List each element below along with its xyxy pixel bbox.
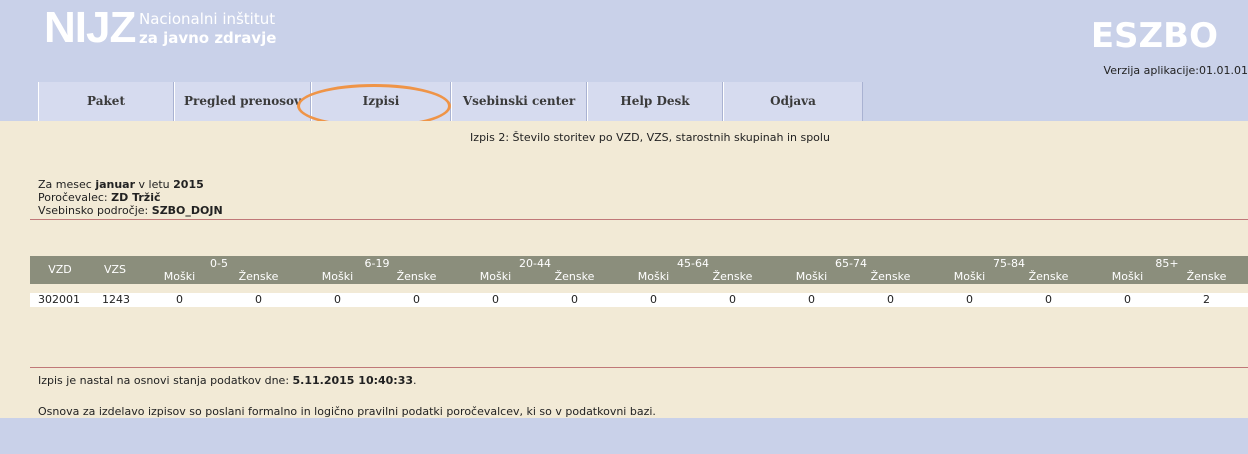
- month-prefix: Za mesec: [38, 178, 92, 191]
- cell-count: 0: [1045, 293, 1052, 306]
- year-prefix: v letu: [138, 178, 170, 191]
- cell-vzs: 1243: [102, 293, 130, 306]
- column-header-female: Ženske: [238, 270, 279, 283]
- column-header-male: Moški: [163, 270, 196, 283]
- area-label: Vsebinsko področje:: [38, 204, 149, 217]
- age-group-header: 45-64: [677, 257, 709, 270]
- generated-note: Izpis je nastal na osnovi stanja podatko…: [38, 374, 417, 387]
- column-header-vzd: VZD: [48, 263, 72, 276]
- divider: [30, 367, 1248, 368]
- cell-count: 0: [808, 293, 815, 306]
- generated-timestamp: 5.11.2015 10:40:33: [292, 374, 414, 387]
- app-title: ESZBO: [1090, 16, 1218, 56]
- report-content: Izpis 2: Število storitev po VZD, VZS, s…: [0, 121, 1248, 418]
- column-header-female: Ženske: [870, 270, 911, 283]
- age-group-header: 85+: [1155, 257, 1179, 270]
- tab-help-desk[interactable]: Help Desk: [587, 82, 723, 121]
- logo-subtitle-line: za javno zdravje: [139, 29, 277, 47]
- column-header-male: Moški: [479, 270, 512, 283]
- cell-count: 0: [176, 293, 183, 306]
- table-row: 302001 1243 0 0 0 0 0 0 0 0 0 0 0 0 0 2: [30, 293, 1248, 307]
- cell-count: 0: [492, 293, 499, 306]
- cell-count: 0: [1124, 293, 1131, 306]
- report-area: Vsebinsko področje: SZBO_DOJN: [38, 204, 223, 217]
- report-reporter: Poročevalec: ZD Tržič: [38, 191, 223, 204]
- area-value: SZBO_DOJN: [151, 204, 223, 217]
- report-period: Za mesec januar v letu 2015: [38, 178, 223, 191]
- reporter-value: ZD Tržič: [111, 191, 161, 204]
- age-group-header: 0-5: [210, 257, 228, 270]
- age-group-header: 75-84: [993, 257, 1025, 270]
- tab-izpisi[interactable]: Izpisi: [311, 82, 451, 121]
- cell-count: 2: [1203, 293, 1210, 306]
- divider: [30, 219, 1248, 220]
- column-header-vzs: VZS: [103, 263, 127, 276]
- cell-count: 0: [571, 293, 578, 306]
- column-header-male: Moški: [321, 270, 354, 283]
- logo-institute-line: Nacionalni inštitut: [139, 10, 276, 28]
- column-header-male: Moški: [795, 270, 828, 283]
- report-title: Izpis 2: Število storitev po VZD, VZS, s…: [470, 131, 830, 144]
- cell-count: 0: [650, 293, 657, 306]
- table-header: VZD VZS 0-5 Moški Ženske 6-19 Moški Ženske 20-…: [30, 256, 1248, 284]
- cell-count: 0: [255, 293, 262, 306]
- report-month: januar: [95, 178, 136, 191]
- report-meta: Za mesec januar v letu 2015 Poročevalec:…: [38, 178, 223, 217]
- cell-count: 0: [729, 293, 736, 306]
- column-header-female: Ženske: [396, 270, 437, 283]
- main-nav: Paket Pregled prenosov Izpisi Vsebinski …: [0, 82, 1248, 121]
- footer-bar: [0, 418, 1248, 454]
- column-header-female: Ženske: [1186, 270, 1227, 283]
- header-banner: NIJZ Nacionalni inštitut za javno zdravj…: [0, 0, 1248, 82]
- age-group-header: 20-44: [519, 257, 551, 270]
- column-header-female: Ženske: [712, 270, 753, 283]
- tab-odjava[interactable]: Odjava: [723, 82, 863, 121]
- generated-prefix: Izpis je nastal na osnovi stanja podatko…: [38, 374, 290, 387]
- tab-pregled-prenosov[interactable]: Pregled prenosov: [174, 82, 311, 121]
- nijz-logo: NIJZ: [44, 3, 136, 52]
- column-header-male: Moški: [637, 270, 670, 283]
- column-header-male: Moški: [953, 270, 986, 283]
- cell-count: 0: [887, 293, 894, 306]
- tab-vsebinski-center[interactable]: Vsebinski center: [451, 82, 587, 121]
- cell-vzd: 302001: [38, 293, 80, 306]
- cell-count: 0: [413, 293, 420, 306]
- generated-period: .: [413, 374, 417, 387]
- report-year: 2015: [173, 178, 204, 191]
- basis-note: Osnova za izdelavo izpisov so poslani fo…: [38, 405, 656, 418]
- tab-paket[interactable]: Paket: [38, 82, 174, 121]
- column-header-male: Moški: [1111, 270, 1144, 283]
- age-group-header: 65-74: [835, 257, 867, 270]
- cell-count: 0: [334, 293, 341, 306]
- column-header-female: Ženske: [1028, 270, 1069, 283]
- age-group-header: 6-19: [364, 257, 390, 270]
- column-header-female: Ženske: [554, 270, 595, 283]
- cell-count: 0: [966, 293, 973, 306]
- reporter-label: Poročevalec:: [38, 191, 108, 204]
- app-version: Verzija aplikacije:01.01.01: [1103, 64, 1248, 77]
